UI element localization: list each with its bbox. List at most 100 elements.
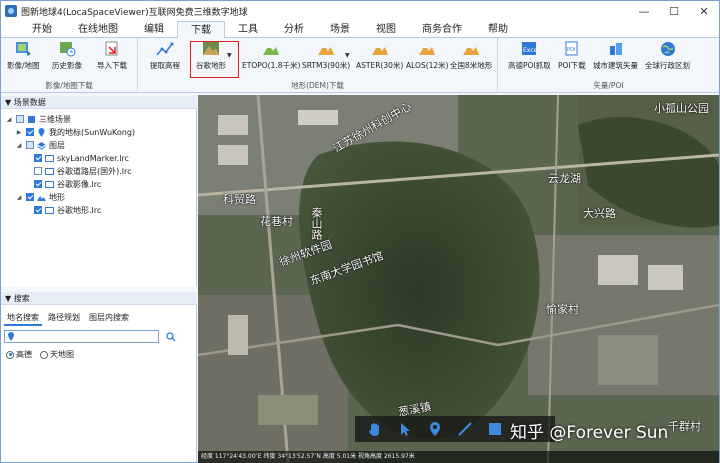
excel-icon: Excel [520,41,538,57]
tab-scene[interactable]: 场景 [317,21,363,38]
my-place-checkbox[interactable] [26,128,34,136]
group-imagery-download: 影像/地图 历史影像 导入下载 影像/地图下载 [1,38,138,93]
pointer-icon [401,423,410,436]
alos-button[interactable]: ALOS(12米) [406,41,449,71]
tree-node-layer-item[interactable]: 谷歌道路层(国外).lrc [31,165,132,177]
map-label: 科贸路 [223,193,256,206]
aster-button[interactable]: ASTER(30米) [356,41,403,71]
tab-edit[interactable]: 编辑 [131,21,177,38]
terrain-mountain-icon [262,41,280,57]
scene-tree: ◢ 三维场景 ▶ 我的地标(SunWuKong) ◢ 图层 skyLandMar… [1,109,197,287]
history-imagery-icon [58,41,76,57]
collapse-arrow-icon: ▼ [5,294,14,303]
draw-polygon-button[interactable] [483,419,507,439]
tree-node-my-place[interactable]: ▶ 我的地标(SunWuKong) [15,126,135,138]
elevation-chart-icon [156,41,174,57]
radio-amap[interactable] [6,350,14,359]
map-label: 秦山路 [310,207,323,240]
layer-file-icon [45,180,54,189]
globe-icon [659,41,677,57]
terrain-mountain-icon [418,41,436,57]
map-label: 愉家村 [546,303,579,316]
extract-elevation-button[interactable]: 提取高程 [150,41,180,71]
search-panel-header[interactable]: ▼ 搜索 [1,292,197,305]
terrain-mountain-icon [317,41,335,57]
map-label: 云龙湖 [548,172,581,185]
zhihu-watermark: 知乎 @Forever Sun [510,423,669,443]
tree-node-root[interactable]: ◢ 三维场景 [5,113,71,125]
tab-layer-search[interactable]: 图层内搜索 [86,311,132,326]
terrain-checkbox[interactable] [26,193,34,201]
tab-start[interactable]: 开始 [19,21,65,38]
svg-text:POI: POI [567,47,575,53]
history-imagery-button[interactable]: 历史影像 [52,41,82,71]
tab-business[interactable]: 商务合作 [409,21,475,38]
pan-hand-button[interactable] [363,419,387,439]
tab-download[interactable]: 下载 [177,21,225,39]
location-pin-icon [37,127,46,137]
map-view[interactable]: 小孤山公园 江苏徐州科创中心 科贸路 花巷村 秦山路 徐州软件园 东南大学园书馆… [198,95,719,463]
terrain-mountain-icon [462,41,480,57]
scene-cube-icon [27,115,36,124]
expand-icon[interactable]: ◢ [15,142,23,149]
radio-tianditu[interactable] [40,350,48,359]
search-input[interactable] [4,330,159,343]
search-icon [166,332,176,342]
global-admin-division-button[interactable]: 全球行政区划 [645,41,690,71]
tab-help[interactable]: 帮助 [475,21,521,38]
tab-tools[interactable]: 工具 [225,21,271,38]
expand-icon[interactable]: ◢ [15,194,23,201]
search-button[interactable] [165,331,177,343]
etopo-button[interactable]: ETOPO(1.8千米) [242,41,300,71]
tab-route-planning[interactable]: 路径规划 [45,311,83,326]
group-label-vector: 矢量/POI [593,81,624,90]
tree-node-terrain-item[interactable]: 谷歌地形.lrc [31,204,101,216]
import-download-button[interactable]: 导入下载 [97,41,127,71]
national-8m-terrain-button[interactable]: 全国8米地形 [450,41,492,71]
terrain-item-checkbox[interactable] [34,206,42,214]
satellite-imagery [198,95,719,463]
layer-checkbox[interactable] [34,167,42,175]
expand-icon[interactable]: ▶ [15,129,23,136]
window-title: 图新地球4(LocaSpaceViewer)互联网免费三维数字地球 [21,7,248,18]
tree-node-terrain[interactable]: ◢ 地形 [15,191,65,203]
search-panel: 地名搜索 路径规划 图层内搜索 高德 天地图 [1,305,197,462]
layer-checkbox[interactable] [34,154,42,162]
srtm3-dropdown-icon[interactable]: ▼ [345,52,350,59]
poi-download-button[interactable]: POI POI下载 [558,41,586,71]
minimize-button[interactable]: — [629,1,659,21]
add-placemark-button[interactable] [423,419,447,439]
draw-line-button[interactable] [453,419,477,439]
tab-online-map[interactable]: 在线地图 [65,21,131,38]
expand-icon[interactable]: ◢ [5,116,13,123]
srtm3-button[interactable]: SRTM3(90米) [302,41,350,71]
tab-analysis[interactable]: 分析 [271,21,317,38]
maximize-button[interactable]: ☐ [659,1,689,21]
layers-checkbox[interactable] [26,141,34,149]
app-logo-icon [5,5,17,17]
placemark-icon [430,422,440,436]
import-download-icon [103,41,121,57]
map-label: 花巷村 [260,215,293,228]
scene-panel-header[interactable]: ▼ 场景数据 [1,96,197,109]
tab-place-search[interactable]: 地名搜索 [4,311,42,326]
tree-node-layer-item[interactable]: skyLandMarker.lrc [31,152,129,164]
city-building-vector-button[interactable]: 城市建筑矢量 [593,41,638,71]
layer-checkbox[interactable] [34,180,42,188]
building-icon [607,41,625,57]
tab-view[interactable]: 视图 [363,21,409,38]
layer-file-icon [45,206,54,215]
amap-poi-button[interactable]: Excel 高德POI抓取 [508,41,551,71]
line-icon [458,422,472,436]
root-checkbox[interactable] [16,115,24,123]
tree-node-layer-item[interactable]: 谷歌影像.lrc [31,178,101,190]
imagery-map-button[interactable]: 影像/地图 [7,41,40,71]
terrain-icon [37,193,46,202]
square-icon [489,423,501,435]
title-bar: 图新地球4(LocaSpaceViewer)互联网免费三维数字地球 — ☐ ✕ [1,1,719,21]
location-pin-icon [8,332,14,341]
tree-node-layers[interactable]: ◢ 图层 [15,139,65,151]
close-button[interactable]: ✕ [689,1,719,21]
select-pointer-button[interactable] [393,419,417,439]
map-status-bar: 经度 117°24′43.00″E 纬度 34°13′52.57″N 高度 5.… [198,451,719,463]
